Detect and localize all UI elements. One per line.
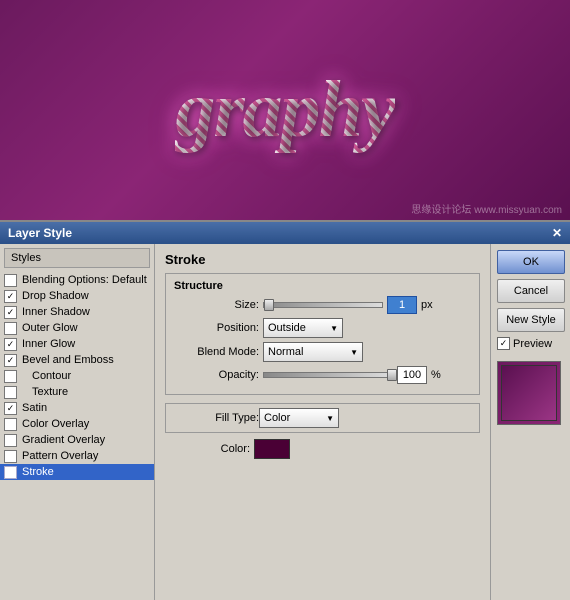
checkbox-pattern-overlay[interactable]: [4, 450, 17, 463]
preview-thumb-inner: [501, 365, 557, 421]
color-label: Color:: [165, 443, 250, 455]
watermark: 思缘设计论坛 www.missyuan.com: [411, 201, 562, 216]
left-panel: Styles Blending Options: Default Drop Sha…: [0, 244, 155, 600]
color-row: Color:: [165, 439, 480, 459]
size-input[interactable]: [387, 296, 417, 314]
sidebar-item-color-overlay[interactable]: Color Overlay: [0, 416, 154, 432]
layer-item-label-contour: Contour: [32, 370, 71, 382]
checkbox-blending[interactable]: [4, 274, 17, 287]
opacity-label: Opacity:: [174, 369, 259, 381]
checkbox-texture[interactable]: [4, 386, 17, 399]
sidebar-item-gradient-overlay[interactable]: Gradient Overlay: [0, 432, 154, 448]
fill-type-section: Fill Type: Color ▼: [165, 403, 480, 433]
opacity-slider[interactable]: [263, 372, 393, 378]
close-button[interactable]: ✕: [552, 226, 562, 240]
sidebar-item-inner-glow[interactable]: Inner Glow: [0, 336, 154, 352]
stroke-title: Stroke: [165, 252, 480, 267]
position-label: Position:: [174, 322, 259, 334]
position-dropdown[interactable]: Outside ▼: [263, 318, 343, 338]
sidebar-item-inner-shadow[interactable]: Inner Shadow: [0, 304, 154, 320]
preview-thumbnail: [497, 361, 561, 425]
opacity-input[interactable]: [397, 366, 427, 384]
sidebar-item-contour[interactable]: Contour: [0, 368, 154, 384]
structure-title: Structure: [174, 280, 471, 292]
fill-type-dropdown[interactable]: Color ▼: [259, 408, 339, 428]
blend-mode-dropdown[interactable]: Normal ▼: [263, 342, 363, 362]
structure-section: Structure Size: px Position: Outside ▼: [165, 273, 480, 395]
dialog-main-content: Styles Blending Options: Default Drop Sha…: [0, 244, 570, 600]
blend-mode-row: Blend Mode: Normal ▼: [174, 342, 471, 362]
size-unit: px: [421, 299, 433, 311]
checkbox-inner-shadow[interactable]: [4, 306, 17, 319]
checkbox-gradient-overlay[interactable]: [4, 434, 17, 447]
styles-header[interactable]: Styles: [4, 248, 150, 268]
color-swatch[interactable]: [254, 439, 290, 459]
checkbox-stroke[interactable]: [4, 466, 17, 479]
preview-label: Preview: [513, 338, 552, 350]
sidebar-item-outer-glow[interactable]: Outer Glow: [0, 320, 154, 336]
cancel-button[interactable]: Cancel: [497, 279, 565, 303]
layer-item-label-gradient-overlay: Gradient Overlay: [22, 434, 105, 446]
layer-item-label-inner-glow: Inner Glow: [22, 338, 75, 350]
checkbox-satin[interactable]: [4, 402, 17, 415]
size-row: Size: px: [174, 296, 471, 314]
layer-item-label-outer-glow: Outer Glow: [22, 322, 78, 334]
layer-item-label-blending: Blending Options: Default: [22, 274, 147, 286]
checkbox-inner-glow[interactable]: [4, 338, 17, 351]
layer-items-list: Blending Options: Default Drop Shadow Inne…: [0, 272, 154, 480]
position-row: Position: Outside ▼: [174, 318, 471, 338]
checkbox-outer-glow[interactable]: [4, 322, 17, 335]
layer-item-label-stroke: Stroke: [22, 466, 54, 478]
layer-item-label-inner-shadow: Inner Shadow: [22, 306, 90, 318]
new-style-button[interactable]: New Style: [497, 308, 565, 332]
checkbox-bevel-emboss[interactable]: [4, 354, 17, 367]
size-label: Size:: [174, 299, 259, 311]
sidebar-item-bevel-emboss[interactable]: Bevel and Emboss: [0, 352, 154, 368]
layer-item-label-drop-shadow: Drop Shadow: [22, 290, 89, 302]
opacity-unit: %: [431, 369, 441, 381]
dialog-title-bar: Layer Style ✕: [0, 222, 570, 244]
layer-item-label-bevel-emboss: Bevel and Emboss: [22, 354, 114, 366]
preview-text: graphy: [175, 65, 394, 156]
fill-type-label: Fill Type:: [174, 412, 259, 424]
sidebar-item-satin[interactable]: Satin: [0, 400, 154, 416]
blend-mode-label: Blend Mode:: [174, 346, 259, 358]
checkbox-color-overlay[interactable]: [4, 418, 17, 431]
button-panel: OK Cancel New Style Preview: [490, 244, 570, 600]
layer-item-label-color-overlay: Color Overlay: [22, 418, 89, 430]
layer-item-label-texture: Texture: [32, 386, 68, 398]
checkbox-drop-shadow[interactable]: [4, 290, 17, 303]
preview-checkbox-row: Preview: [497, 337, 564, 350]
preview-checkbox[interactable]: [497, 337, 510, 350]
sidebar-item-texture[interactable]: Texture: [0, 384, 154, 400]
canvas-preview: graphy 思缘设计论坛 www.missyuan.com: [0, 0, 570, 220]
sidebar-item-blending[interactable]: Blending Options: Default: [0, 272, 154, 288]
sidebar-item-drop-shadow[interactable]: Drop Shadow: [0, 288, 154, 304]
layer-item-label-satin: Satin: [22, 402, 47, 414]
ok-button[interactable]: OK: [497, 250, 565, 274]
checkbox-contour[interactable]: [4, 370, 17, 383]
stroke-settings-panel: Stroke Structure Size: px Position:: [155, 244, 490, 600]
size-slider[interactable]: [263, 302, 383, 308]
layer-style-dialog: Layer Style ✕ Styles Blending Options: D…: [0, 220, 570, 600]
layer-item-label-pattern-overlay: Pattern Overlay: [22, 450, 98, 462]
opacity-row: Opacity: %: [174, 366, 471, 384]
dialog-title: Layer Style: [8, 226, 72, 240]
sidebar-item-pattern-overlay[interactable]: Pattern Overlay: [0, 448, 154, 464]
sidebar-item-stroke[interactable]: Stroke: [0, 464, 154, 480]
